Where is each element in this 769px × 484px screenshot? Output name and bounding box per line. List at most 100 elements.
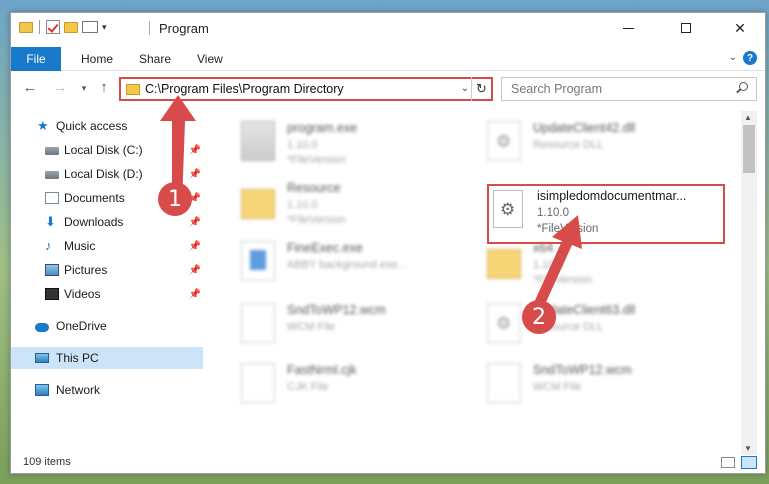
file-detail: Resource DLL xyxy=(533,139,604,151)
maximize-button[interactable] xyxy=(663,13,709,43)
quick-access-toolbar: ▾ xyxy=(19,20,107,34)
properties-check-icon[interactable] xyxy=(46,20,60,34)
folder-icon xyxy=(126,83,140,95)
file-name: FastNrml.cjk xyxy=(287,363,357,377)
file-item[interactable]: UpdateClient42.dll Resource DLL xyxy=(487,117,727,171)
sidebar-item-label: Music xyxy=(64,239,96,253)
folder-icon[interactable] xyxy=(19,21,33,33)
title-bar: ▾ Program ✕ xyxy=(11,13,765,43)
status-bar: 109 items xyxy=(11,453,765,473)
sidebar-item-videos[interactable]: Videos 📌 xyxy=(11,283,203,305)
chevron-down-icon[interactable]: ⌄ xyxy=(461,83,469,94)
file-name: Resource xyxy=(287,181,341,195)
file-item[interactable]: Resource 1.10.0 *FileVersion xyxy=(241,177,481,231)
file-item[interactable]: program.exe 1.10.0 *FileVersion xyxy=(241,117,481,171)
sidebar-item-label: Local Disk (C:) xyxy=(64,143,143,157)
document-icon xyxy=(241,303,275,343)
file-item[interactable]: FastNrml.cjk CJK File xyxy=(241,359,481,413)
pin-icon[interactable]: 📌 xyxy=(189,217,201,228)
file-name: isimpledomdocumentmar... xyxy=(537,189,687,203)
tab-share[interactable]: Share xyxy=(139,52,171,66)
drive-icon xyxy=(45,171,59,179)
refresh-icon[interactable]: ↻ xyxy=(471,77,491,101)
file-item[interactable]: SndToWP12.wcm WCM File xyxy=(487,359,727,413)
star-icon: ★ xyxy=(37,118,49,133)
toolbar-divider xyxy=(39,20,40,34)
sidebar-item-music[interactable]: ♪ Music 📌 xyxy=(11,235,203,257)
tab-file[interactable]: File xyxy=(11,47,61,71)
file-name: program.exe xyxy=(287,121,358,135)
search-input[interactable]: Search Program xyxy=(501,77,757,101)
sidebar-item-label: Pictures xyxy=(64,263,108,277)
sidebar-item-pictures[interactable]: Pictures 📌 xyxy=(11,259,203,281)
file-detail: *FileVersion xyxy=(287,154,346,166)
sidebar-item-this-pc[interactable]: This PC xyxy=(11,347,203,369)
minimize-icon xyxy=(622,27,634,29)
scroll-thumb[interactable] xyxy=(743,125,755,173)
folder-icon xyxy=(241,189,275,219)
title-divider xyxy=(149,21,150,35)
sidebar-item-network[interactable]: Network xyxy=(11,379,203,401)
pictures-icon xyxy=(45,264,59,276)
file-item[interactable]: FineExec.exe ABBY background exe... xyxy=(241,237,481,291)
sidebar-item-label: Local Disk (D:) xyxy=(64,167,143,181)
tiles-view-icon[interactable] xyxy=(741,456,757,469)
annotation-badge-2: 2 xyxy=(522,300,556,334)
sidebar-item-label: Network xyxy=(56,383,101,397)
minimize-button[interactable] xyxy=(605,13,651,43)
pin-icon[interactable]: 📌 xyxy=(189,289,201,300)
file-detail: ABBY background exe... xyxy=(287,259,407,271)
pin-icon[interactable]: 📌 xyxy=(189,241,201,252)
explorer-window: ▾ Program ✕ File Home Share View ⌄ ? ← →… xyxy=(10,12,766,474)
close-icon: ✕ xyxy=(734,19,746,36)
pin-icon[interactable]: 📌 xyxy=(189,265,201,276)
customize-toolbar-arrow-icon[interactable]: ▾ xyxy=(102,22,107,33)
sidebar-item-onedrive[interactable]: OneDrive xyxy=(11,315,203,337)
computer-icon xyxy=(35,353,49,363)
close-button[interactable]: ✕ xyxy=(717,13,763,43)
gear-file-icon xyxy=(487,121,521,161)
sidebar-item-label: Documents xyxy=(64,191,125,205)
navigation-bar: ← → ▾ ↑ C:\Program Files\Program Directo… xyxy=(11,75,765,103)
search-icon[interactable] xyxy=(739,82,748,91)
help-icon[interactable]: ? xyxy=(743,51,757,65)
file-name: SndToWP12.wcm xyxy=(287,303,386,317)
back-arrow-icon[interactable]: ← xyxy=(21,79,39,96)
properties-icon[interactable] xyxy=(82,21,98,33)
scroll-down-arrow-icon[interactable]: ▼ xyxy=(744,444,752,453)
ribbon-tabs: File Home Share View ⌄ ? xyxy=(11,47,765,71)
search-placeholder: Search Program xyxy=(511,82,603,96)
documents-icon xyxy=(45,192,59,204)
details-view-icon[interactable] xyxy=(721,457,735,468)
address-path[interactable]: C:\Program Files\Program Directory xyxy=(145,82,344,96)
new-folder-icon[interactable] xyxy=(64,21,78,33)
film-icon xyxy=(45,288,59,300)
scroll-up-arrow-icon[interactable]: ▲ xyxy=(744,113,752,122)
file-name: FineExec.exe xyxy=(287,241,363,255)
file-detail: CJK File xyxy=(287,381,329,393)
file-item[interactable]: SndToWP12.wcm WCM File xyxy=(241,299,481,353)
drive-icon xyxy=(45,147,59,155)
up-arrow-icon[interactable]: ↑ xyxy=(95,79,113,96)
folder-icon xyxy=(487,249,521,279)
file-detail: WCM File xyxy=(533,381,582,393)
download-arrow-icon: ⬇ xyxy=(45,214,56,229)
document-icon xyxy=(487,363,521,403)
annotation-badge-1: 1 xyxy=(158,182,192,216)
network-icon xyxy=(35,384,49,396)
cloud-icon xyxy=(35,322,49,332)
chevron-up-icon[interactable]: ⌄ xyxy=(729,52,737,63)
program-icon xyxy=(241,121,275,161)
recent-locations-chevron-icon[interactable]: ▾ xyxy=(75,83,93,94)
item-count: 109 items xyxy=(23,456,71,468)
tab-view[interactable]: View xyxy=(197,52,223,66)
tab-home[interactable]: Home xyxy=(81,52,113,66)
vertical-scrollbar[interactable]: ▲ ▼ xyxy=(741,111,757,455)
file-detail: *FileVersion xyxy=(287,214,346,226)
forward-arrow-icon[interactable]: → xyxy=(51,79,69,96)
sidebar-item-label: This PC xyxy=(56,351,99,365)
gear-file-icon xyxy=(487,303,521,343)
sidebar-item-label: Downloads xyxy=(64,215,124,229)
file-detail: WCM File xyxy=(287,321,336,333)
document-icon xyxy=(241,363,275,403)
